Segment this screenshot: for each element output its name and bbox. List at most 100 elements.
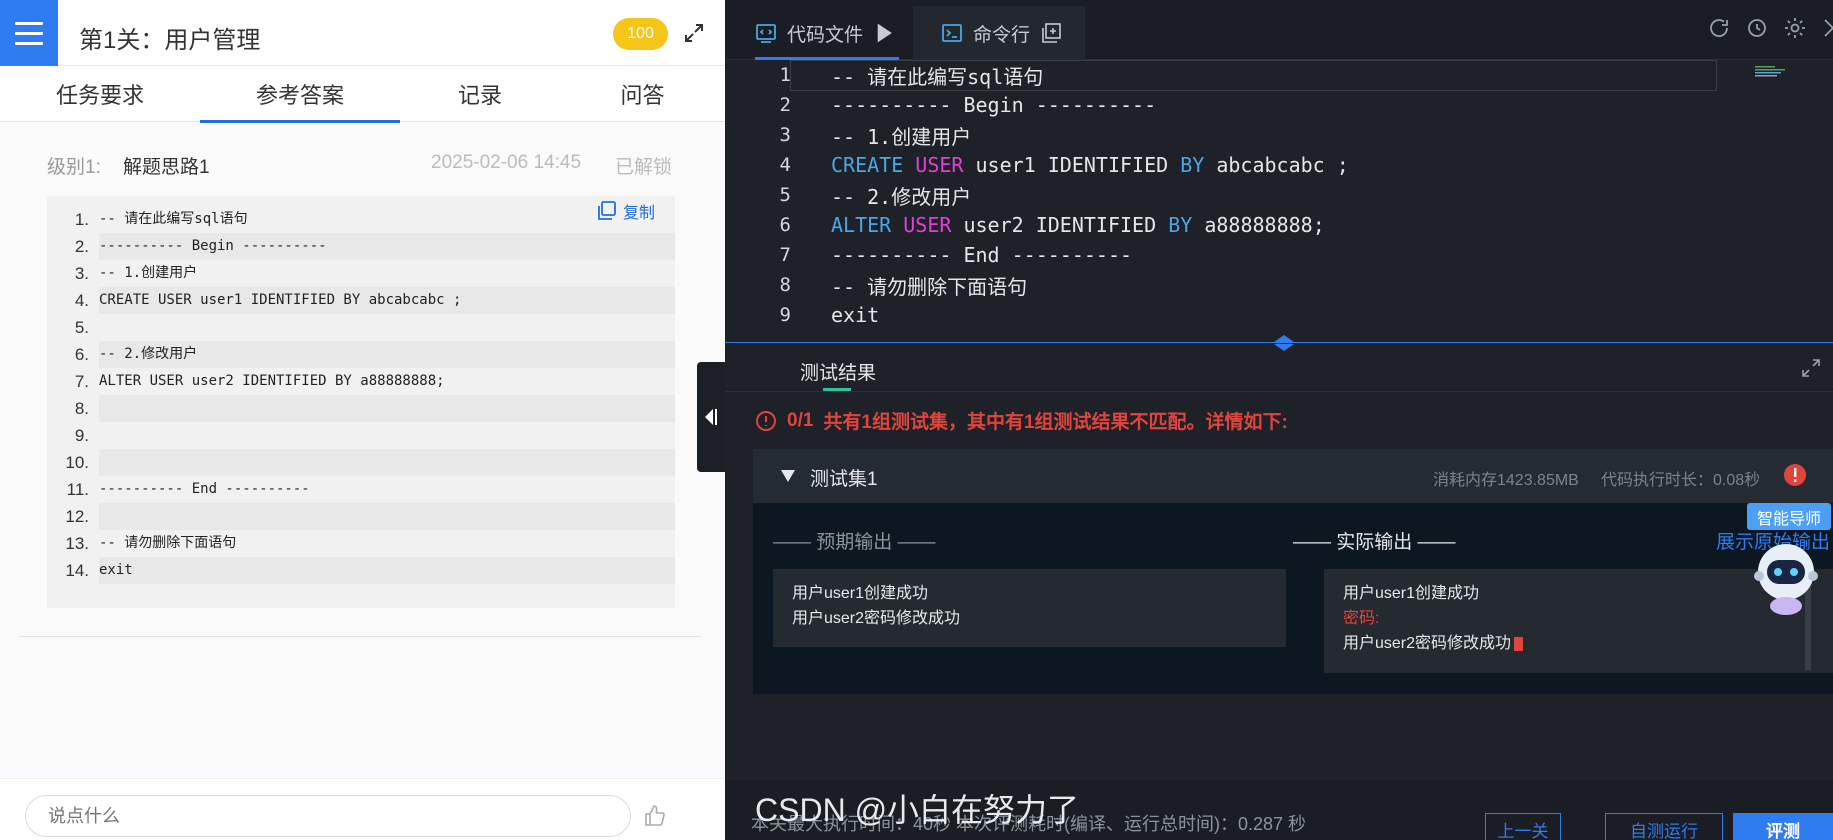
line-number: 12. [65,506,89,526]
editor-lines: 1 -- 请在此编写sql语句 2 ---------- Begin --------… [725,59,1833,330]
tab-qa[interactable]: 问答 [560,66,725,122]
line-number: 2. [74,236,89,256]
restore-icon[interactable] [1745,16,1769,40]
actual-line: 用户user1创建成功 [1343,585,1480,602]
copy-button[interactable]: 复制 [595,196,655,226]
tab-command-line-label: 命令行 [973,24,1031,46]
line-number: 11. [66,479,89,499]
code-line: 10. [47,449,675,476]
editor-line-text: CREATE USER user1 IDENTIFIED BY abcabcab… [831,153,1349,177]
refresh-icon[interactable] [1707,16,1731,40]
line-number: 5. [74,317,89,337]
task-tabs: 任务要求 参考答案 记录 问答 [0,66,725,123]
editor-toolbar [1707,16,1833,40]
line-number: 1. [74,209,89,229]
editor-line-text: -- 请勿删除下面语句 [831,274,1028,299]
test-set-panel: 测试集1 消耗内存1423.85MB 代码执行时长：0.08秒 —— 预期输出 … [753,449,1833,694]
editor-line-number: 1 [779,64,791,86]
test-results-header: 测试结果 [725,346,1833,392]
editor-line-number: 8 [779,274,791,296]
code-line: 9. [47,422,675,449]
editor-line-text: -- 1.创建用户 [831,124,972,149]
evaluate-button[interactable]: 评测 [1733,813,1833,840]
test-set-header[interactable]: 测试集1 消耗内存1423.85MB 代码执行时长：0.08秒 [753,449,1833,503]
caret-down-icon[interactable] [780,469,796,483]
self-test-run-button[interactable]: 自测运行 [1605,813,1723,840]
line-number: 8. [74,398,89,418]
editor-line-number: 4 [779,154,791,176]
ai-tutor-badge[interactable]: 智能导师 [1747,503,1831,530]
copy-icon [598,201,616,220]
expected-line: 用户user1创建成功 [792,585,929,602]
memory-usage: 消耗内存1423.85MB [1433,472,1579,489]
code-line: 8. [47,395,675,422]
actual-line: 用户user2密码修改成功 [1343,631,1814,656]
line-text: -- 1.创建用户 [99,265,198,281]
new-tab-icon[interactable] [1040,22,1062,44]
code-line: 3. -- 1.创建用户 [47,260,675,287]
editor-line-number: 2 [779,94,791,116]
task-header: 第1关：用户管理 100 [0,0,725,66]
menu-icon-bar [15,31,43,35]
test-score: 0/1 [787,409,814,431]
tab-underline [823,388,851,391]
line-number: 4. [74,290,89,310]
line-text [99,395,675,422]
expand-icon[interactable] [1801,358,1821,378]
tab-command-line[interactable]: 命令行 [913,6,1085,60]
tab-records[interactable]: 记录 [400,66,560,122]
play-icon [877,23,892,43]
test-results-title[interactable]: 测试结果 [800,358,876,385]
editor-line: 1 -- 请在此编写sql语句 [725,59,1833,91]
previous-level-button[interactable]: 上一关 [1485,813,1561,840]
minimap[interactable] [1755,64,1799,78]
score-badge: 100 [613,18,668,50]
execution-time: 代码执行时长：0.08秒 [1601,472,1761,489]
menu-button[interactable] [0,0,58,66]
ai-tutor-avatar[interactable] [1751,540,1821,616]
line-text: exit [99,557,675,584]
chat-input[interactable] [25,795,631,837]
collapse-panel-button[interactable] [697,362,725,472]
code-line: 11. ---------- End ---------- [47,476,675,503]
code-line: 5. [47,314,675,341]
line-number: 13. [65,533,89,553]
code-line: 6. -- 2.修改用户 [47,341,675,368]
editor-line-text: -- 2.修改用户 [831,184,972,209]
expected-output-box: 用户user1创建成功 用户user2密码修改成功 [773,569,1286,647]
gear-icon[interactable] [1783,16,1807,40]
code-line: 13. -- 请勿删除下面语句 [47,530,675,557]
thumbs-up-icon[interactable] [643,804,667,828]
code-editor[interactable]: 1 -- 请在此编写sql语句 2 ---------- Begin --------… [725,59,1833,342]
line-text [99,449,675,476]
tab-code-file[interactable]: 代码文件 [755,6,919,60]
line-text: CREATE USER user1 IDENTIFIED BY abcabcab… [99,287,675,314]
chat-bar [0,778,725,840]
line-text: ---------- End ---------- [99,481,310,497]
line-number: 14. [65,560,89,580]
solution-date: 2025-02-06 14:45 [431,152,582,173]
line-text: -- 请勿删除下面语句 [99,535,237,551]
tab-code-file-label: 代码文件 [787,24,864,46]
collapse-left-icon [705,409,717,425]
line-number: 10. [65,452,89,472]
editor-tabs: 代码文件 命令行 [725,0,1833,60]
editor-line: 6 ALTER USER user2 IDENTIFIED BY a8888888… [725,210,1833,240]
expected-line: 用户user2密码修改成功 [792,610,961,627]
tab-reference-answer[interactable]: 参考答案 [200,66,400,123]
code-file-icon [756,24,776,43]
workspace-panel: 代码文件 命令行 1 -- 请在此编写sql语句 2 ---------- Be… [725,0,1833,840]
level-title: 第1关：用户管理 [79,27,261,54]
expected-output-label: —— 预期输出 —— [773,532,936,553]
code-line: 1. -- 请在此编写sql语句 [47,206,675,233]
actual-line-text: 用户user2密码修改成功 [1343,635,1512,652]
watermark: CSDN @小白在努力了 [755,792,1080,828]
editor-line-number: 7 [779,244,791,266]
fullscreen-icon[interactable] [1821,16,1833,40]
line-text: ALTER USER user2 IDENTIFIED BY a88888888… [99,373,445,389]
task-panel: 第1关：用户管理 100 任务要求 参考答案 记录 问答 级别1: 解题思路1 … [0,0,725,840]
tab-task-requirements[interactable]: 任务要求 [0,66,200,122]
line-text: ---------- Begin ---------- [99,233,675,260]
line-text [99,314,675,341]
expand-icon[interactable] [683,22,705,44]
